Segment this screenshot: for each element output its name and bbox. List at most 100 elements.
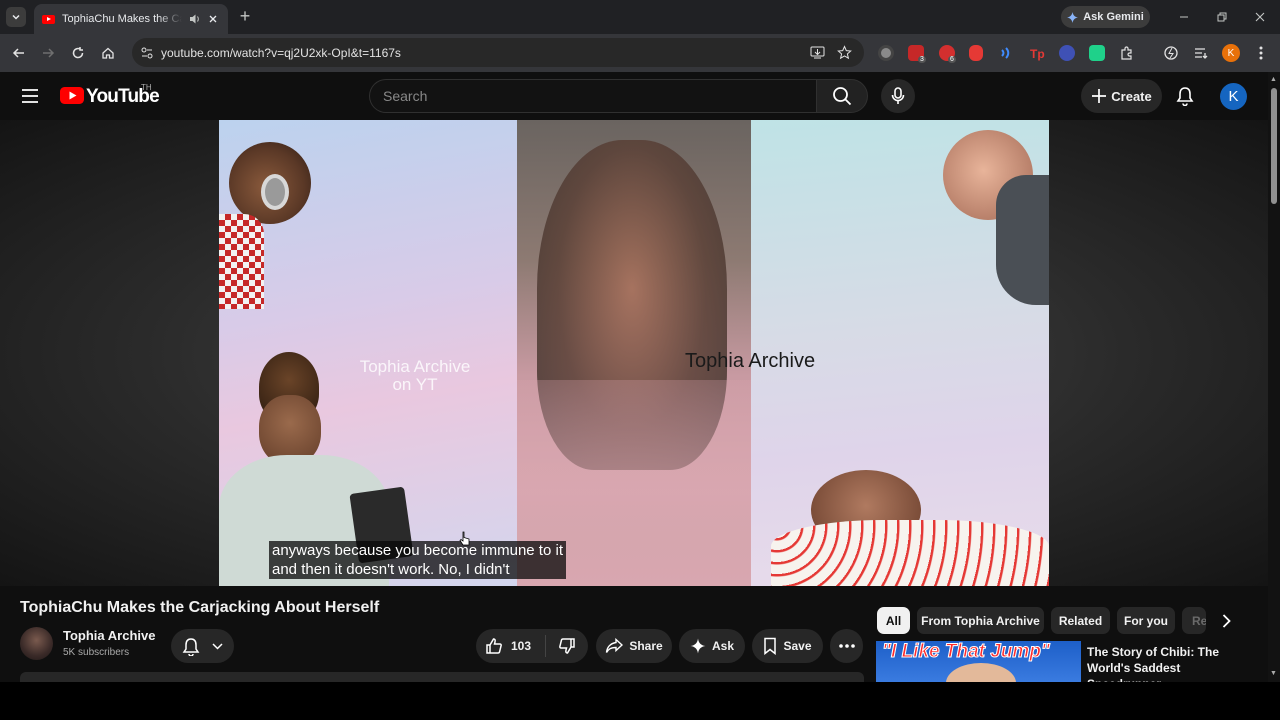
create-button[interactable]: Create — [1081, 79, 1162, 113]
ask-button[interactable]: Ask — [679, 629, 745, 663]
share-label: Share — [629, 639, 663, 653]
ask-label: Ask — [711, 639, 734, 653]
video-frame[interactable] — [219, 120, 1049, 586]
guide-menu-button[interactable] — [21, 88, 39, 104]
close-tab-icon[interactable] — [208, 14, 218, 24]
save-button[interactable]: Save — [752, 629, 823, 663]
scroll-up-arrow-icon[interactable]: ▲ — [1270, 76, 1277, 83]
reload-icon — [72, 47, 84, 59]
address-bar[interactable]: youtube.com/watch?v=qj2U2xk-OpI&t=1167s — [132, 38, 864, 67]
chip-from-channel[interactable]: From Tophia Archive — [917, 607, 1044, 634]
ask-gemini-button[interactable]: Ask Gemini — [1061, 6, 1150, 28]
chip-all[interactable]: All — [877, 607, 910, 634]
thumbnail-face — [946, 663, 1016, 682]
home-button[interactable] — [97, 42, 119, 64]
bookmark-star-icon[interactable] — [837, 45, 852, 60]
new-tab-button[interactable]: + — [236, 7, 254, 26]
region-code: TH — [141, 83, 152, 92]
tab-search-button[interactable] — [6, 7, 26, 27]
kebab-menu-icon — [1259, 46, 1263, 60]
scrollbar-thumb[interactable] — [1271, 88, 1277, 204]
search-input[interactable] — [383, 88, 783, 104]
restore-icon — [1217, 12, 1227, 22]
channel-avatar[interactable] — [20, 627, 53, 660]
more-actions-button[interactable] — [830, 629, 863, 663]
browser-tab-active[interactable]: TophiaChu Makes the Carjacking About Her… — [34, 4, 228, 34]
chip-related[interactable]: Related — [1051, 607, 1110, 634]
like-dislike-group: 103 — [476, 629, 588, 663]
forward-button[interactable] — [37, 42, 59, 64]
search-box[interactable] — [369, 79, 816, 113]
thumbnail-text: "I Like That Jump" — [882, 641, 1051, 663]
account-avatar[interactable]: K — [1220, 83, 1247, 110]
caption-line-2: and then it doesn't work. No, I didn't — [272, 561, 510, 578]
like-count[interactable]: 103 — [511, 639, 531, 653]
chip-recently-uploaded[interactable]: Re — [1182, 607, 1206, 634]
save-label: Save — [783, 639, 812, 653]
search-icon — [833, 87, 852, 106]
reading-list-icon[interactable] — [1193, 45, 1209, 61]
scroll-down-arrow-icon[interactable]: ▼ — [1270, 670, 1277, 677]
subscriber-count: 5K subscribers — [63, 647, 130, 658]
close-window-button[interactable] — [1251, 8, 1269, 26]
more-horizontal-icon — [838, 644, 855, 648]
browser-menu-button[interactable] — [1250, 42, 1272, 64]
tab-title: TophiaChu Makes the Carjacking About Her… — [62, 13, 182, 25]
back-button[interactable] — [8, 42, 30, 64]
restore-button[interactable] — [1213, 8, 1231, 26]
extension-red-shield-icon[interactable] — [969, 45, 983, 61]
browser-tab-strip: TophiaChu Makes the Carjacking About Her… — [0, 0, 1280, 34]
close-icon — [1255, 12, 1265, 22]
extensions-puzzle-icon[interactable] — [1119, 45, 1135, 61]
profile-avatar[interactable]: K — [1222, 44, 1240, 62]
description-box[interactable] — [20, 672, 864, 682]
video-watermark-middle: Tophia Archive on YT — [330, 358, 500, 394]
hamburger-icon — [22, 89, 38, 103]
watermark-line-2: on YT — [392, 375, 438, 394]
bell-icon — [182, 637, 200, 656]
share-button[interactable]: Share — [596, 629, 672, 663]
search-button[interactable] — [816, 79, 868, 113]
extension-tp-icon[interactable]: Tp — [1029, 45, 1045, 61]
speaker-icon[interactable] — [189, 13, 201, 25]
extension-blue-circle-icon[interactable] — [1059, 45, 1075, 61]
mouse-cursor-icon — [459, 531, 470, 546]
subscribe-notification-button[interactable] — [171, 629, 234, 663]
youtube-logo[interactable] — [60, 87, 84, 104]
video-title: TophiaChu Makes the Carjacking About Her… — [20, 599, 380, 616]
extension-green-icon[interactable] — [1089, 45, 1105, 61]
svg-text:Tp: Tp — [1030, 47, 1045, 61]
extension-circle-icon[interactable] — [878, 45, 894, 61]
install-app-icon[interactable] — [810, 45, 825, 60]
extension-wave-icon[interactable] — [999, 45, 1015, 61]
voice-search-button[interactable] — [881, 79, 915, 113]
notifications-button[interactable] — [1176, 86, 1194, 106]
watermark-line-1: Tophia Archive — [359, 357, 471, 376]
chevron-down-icon — [12, 14, 20, 20]
channel-name[interactable]: Tophia Archive — [63, 628, 155, 643]
youtube-play-logo-icon — [60, 87, 84, 104]
video-panel-left — [219, 120, 517, 586]
reload-button[interactable] — [67, 42, 89, 64]
performance-icon[interactable] — [1163, 45, 1179, 61]
caption-line-1: anyways because you become immune to it — [272, 542, 563, 559]
minimize-button[interactable] — [1175, 8, 1193, 26]
arrow-right-icon — [43, 48, 55, 58]
plus-icon — [1092, 89, 1107, 103]
thumbs-up-icon[interactable] — [485, 637, 503, 655]
chevron-down-icon — [212, 642, 223, 650]
thumbs-down-icon[interactable] — [558, 637, 576, 655]
share-arrow-icon — [606, 638, 624, 653]
recommendation-thumbnail[interactable]: "I Like That Jump" — [876, 641, 1081, 682]
bell-icon — [1176, 87, 1194, 106]
like-divider — [545, 635, 547, 657]
extension-badge: 3 — [918, 56, 926, 63]
microphone-icon — [891, 87, 905, 104]
url-text: youtube.com/watch?v=qj2U2xk-OpI&t=1167s — [161, 46, 401, 60]
chip-for-you[interactable]: For you — [1117, 607, 1175, 634]
screen-bottom-bar — [0, 682, 1280, 720]
chips-next-button[interactable] — [1206, 606, 1246, 635]
arrow-left-icon — [12, 48, 24, 58]
video-watermark-right: Tophia Archive — [685, 350, 816, 372]
site-settings-icon[interactable] — [140, 46, 154, 60]
